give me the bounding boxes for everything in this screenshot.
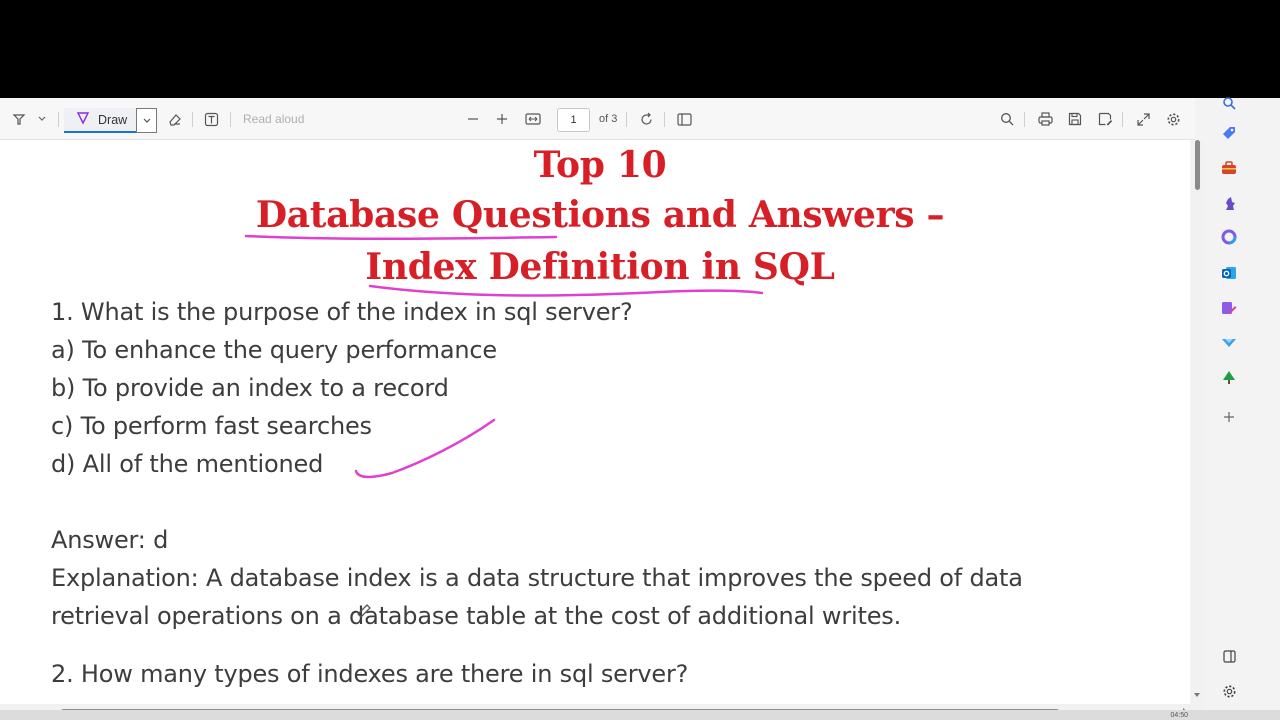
ink-annotations [244, 234, 764, 618]
page-number-input[interactable]: 1 [557, 108, 590, 132]
toolbar-divider [58, 112, 59, 127]
sidebar-settings-gear-icon[interactable] [1218, 680, 1240, 702]
pdf-page: Top 10 Database Questions and Answers – … [0, 140, 1190, 704]
sidebar-search-icon[interactable] [1218, 92, 1240, 114]
highlight-dropdown-chevron-icon[interactable] [34, 98, 50, 140]
highlight-icon[interactable] [8, 98, 30, 140]
taskbar-clock: 04:50 [1170, 712, 1188, 719]
draw-pen-icon [76, 111, 90, 128]
ink-check-mark [354, 418, 496, 479]
browser-sidebar [1204, 97, 1280, 720]
full-screen-icon[interactable] [1132, 98, 1154, 140]
sidebar-drop-icon[interactable] [1218, 332, 1240, 354]
sidebar-outlook-icon[interactable] [1218, 262, 1240, 284]
toolbar-divider [626, 112, 627, 127]
eraser-icon[interactable] [163, 98, 185, 140]
toolbar-divider [192, 112, 193, 127]
add-text-icon[interactable] [200, 98, 222, 140]
pdf-toolbar: Draw Read aloud 1 of 3 [0, 98, 1195, 140]
pdf-viewer-window: Draw Read aloud 1 of 3 Top 10 Database Q… [0, 97, 1280, 720]
toolbar-divider [664, 112, 665, 127]
sidebar-shopping-tag-icon[interactable] [1218, 122, 1240, 144]
vertical-scrollbar[interactable] [1190, 140, 1204, 704]
sidebar-tools-icon[interactable] [1218, 157, 1240, 179]
taskbar-strip [0, 710, 1280, 720]
draw-button[interactable]: Draw [64, 108, 136, 133]
search-icon[interactable] [996, 98, 1018, 140]
scroll-down-arrow-icon[interactable] [1194, 692, 1200, 698]
toolbar-divider [1024, 112, 1025, 127]
save-as-icon[interactable] [1094, 98, 1116, 140]
sidebar-split-view-icon[interactable] [1218, 645, 1240, 667]
pen-cursor-icon [357, 604, 371, 618]
toolbar-divider [230, 112, 231, 127]
print-icon[interactable] [1034, 98, 1056, 140]
page-total-label: of 3 [599, 113, 618, 125]
sidebar-microsoft365-icon[interactable] [1218, 226, 1240, 248]
sidebar-designer-icon[interactable] [1218, 297, 1240, 319]
read-aloud-button[interactable]: Read aloud [243, 98, 304, 140]
rotate-icon[interactable] [635, 98, 657, 140]
vertical-scroll-thumb[interactable] [1195, 140, 1200, 190]
ink-underline-subtitle [368, 284, 764, 297]
fit-to-width-icon[interactable] [522, 98, 544, 140]
sidebar-games-icon[interactable] [1218, 192, 1240, 214]
settings-gear-icon[interactable] [1162, 98, 1184, 140]
zoom-in-icon[interactable] [492, 98, 512, 140]
draw-label: Draw [98, 112, 128, 127]
toolbar-divider [1122, 112, 1123, 127]
save-icon[interactable] [1064, 98, 1086, 140]
ink-underline-title [244, 234, 558, 240]
page-view-icon[interactable] [673, 98, 695, 140]
sidebar-add-icon[interactable] [1218, 406, 1240, 428]
sidebar-tree-icon[interactable] [1218, 367, 1240, 389]
zoom-out-icon[interactable] [463, 98, 483, 140]
draw-options-chevron-icon[interactable] [136, 108, 157, 133]
